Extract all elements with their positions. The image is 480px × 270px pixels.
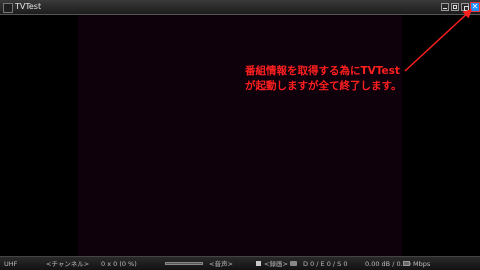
signal-level: 0.00 dB / 0.00 Mbps: [365, 260, 431, 268]
error-counter: D 0 / E 0 / S 0: [303, 260, 348, 268]
title-bar[interactable]: TVTest ✕: [0, 0, 480, 15]
maximize-icon[interactable]: [451, 3, 459, 11]
record-icon[interactable]: [256, 261, 261, 266]
minimize-icon[interactable]: [441, 3, 449, 11]
record-button[interactable]: <録画>: [264, 259, 288, 269]
audio-selector[interactable]: <音声>: [209, 259, 233, 269]
channel-selector[interactable]: <チャンネル>: [46, 259, 89, 269]
annotation-line-2: が起動しますが全て終了します。: [245, 80, 402, 92]
tv-app-icon[interactable]: [3, 3, 13, 13]
camera-icon[interactable]: [290, 261, 297, 266]
annotation-line-1: 番組情報を取得する為にTVTest: [245, 65, 400, 77]
window-title: TVTest: [15, 2, 42, 11]
tvtest-window: TVTest ✕ 番組情報を取得する為にTVTest が起動しますが全て終了しま…: [0, 0, 480, 270]
annotation-text: 番組情報を取得する為にTVTest が起動しますが全て終了します。: [245, 64, 455, 94]
close-button[interactable]: ✕: [470, 2, 480, 12]
channel-type-label[interactable]: UHF: [4, 259, 17, 269]
restore-icon[interactable]: [461, 3, 469, 11]
close-icon: ✕: [471, 2, 479, 11]
volume-slider[interactable]: [165, 262, 203, 265]
video-size-readout: 0 x 0 (0 %): [101, 260, 137, 268]
program-guide-icon[interactable]: [403, 261, 410, 266]
video-area[interactable]: [0, 15, 480, 256]
video-frame[interactable]: [78, 15, 402, 256]
status-bar: UHF <チャンネル> 0 x 0 (0 %) <音声> <録画> D 0 / …: [0, 256, 480, 270]
